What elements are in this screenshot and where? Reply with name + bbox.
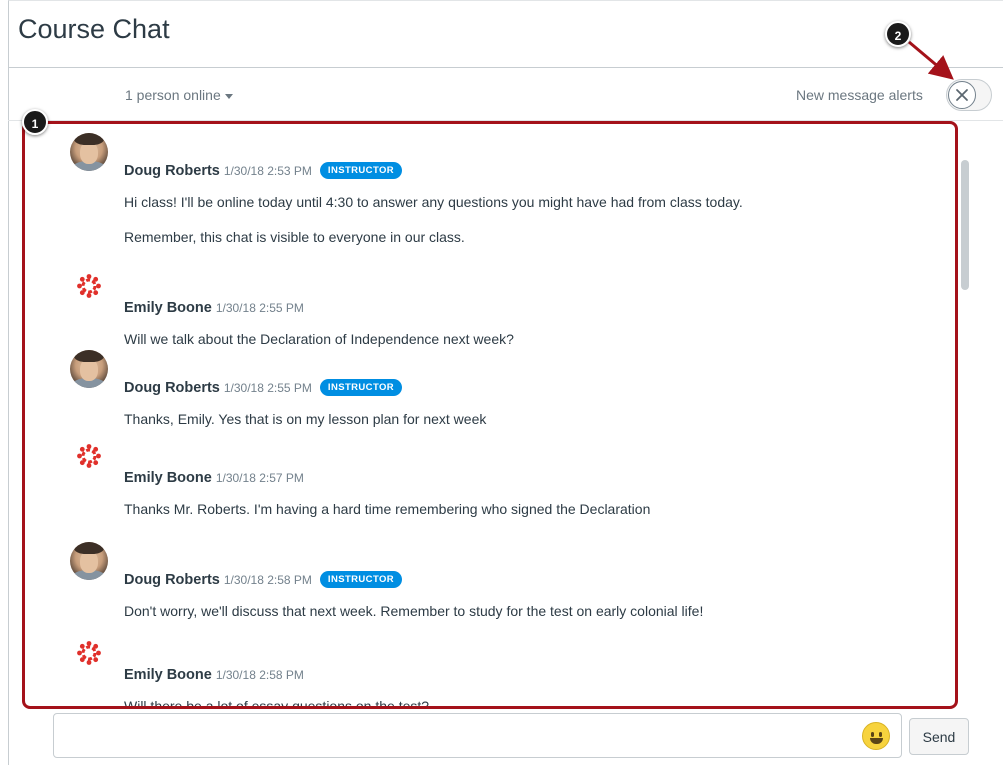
message-input[interactable] — [53, 713, 902, 758]
smiley-icon[interactable] — [862, 722, 890, 750]
online-users-dropdown[interactable]: 1 person online — [125, 87, 233, 103]
online-users-label: 1 person online — [125, 87, 221, 103]
send-button[interactable]: Send — [909, 718, 969, 755]
message-area-highlight — [22, 121, 958, 709]
close-icon — [956, 89, 968, 101]
divider — [8, 67, 1003, 68]
caret-down-icon — [224, 93, 233, 99]
page-title: Course Chat — [18, 14, 170, 44]
callout-badge-1: 1 — [22, 109, 48, 135]
callout-badge-2: 2 — [885, 21, 911, 47]
message-list-scrollbar[interactable] — [961, 160, 969, 290]
